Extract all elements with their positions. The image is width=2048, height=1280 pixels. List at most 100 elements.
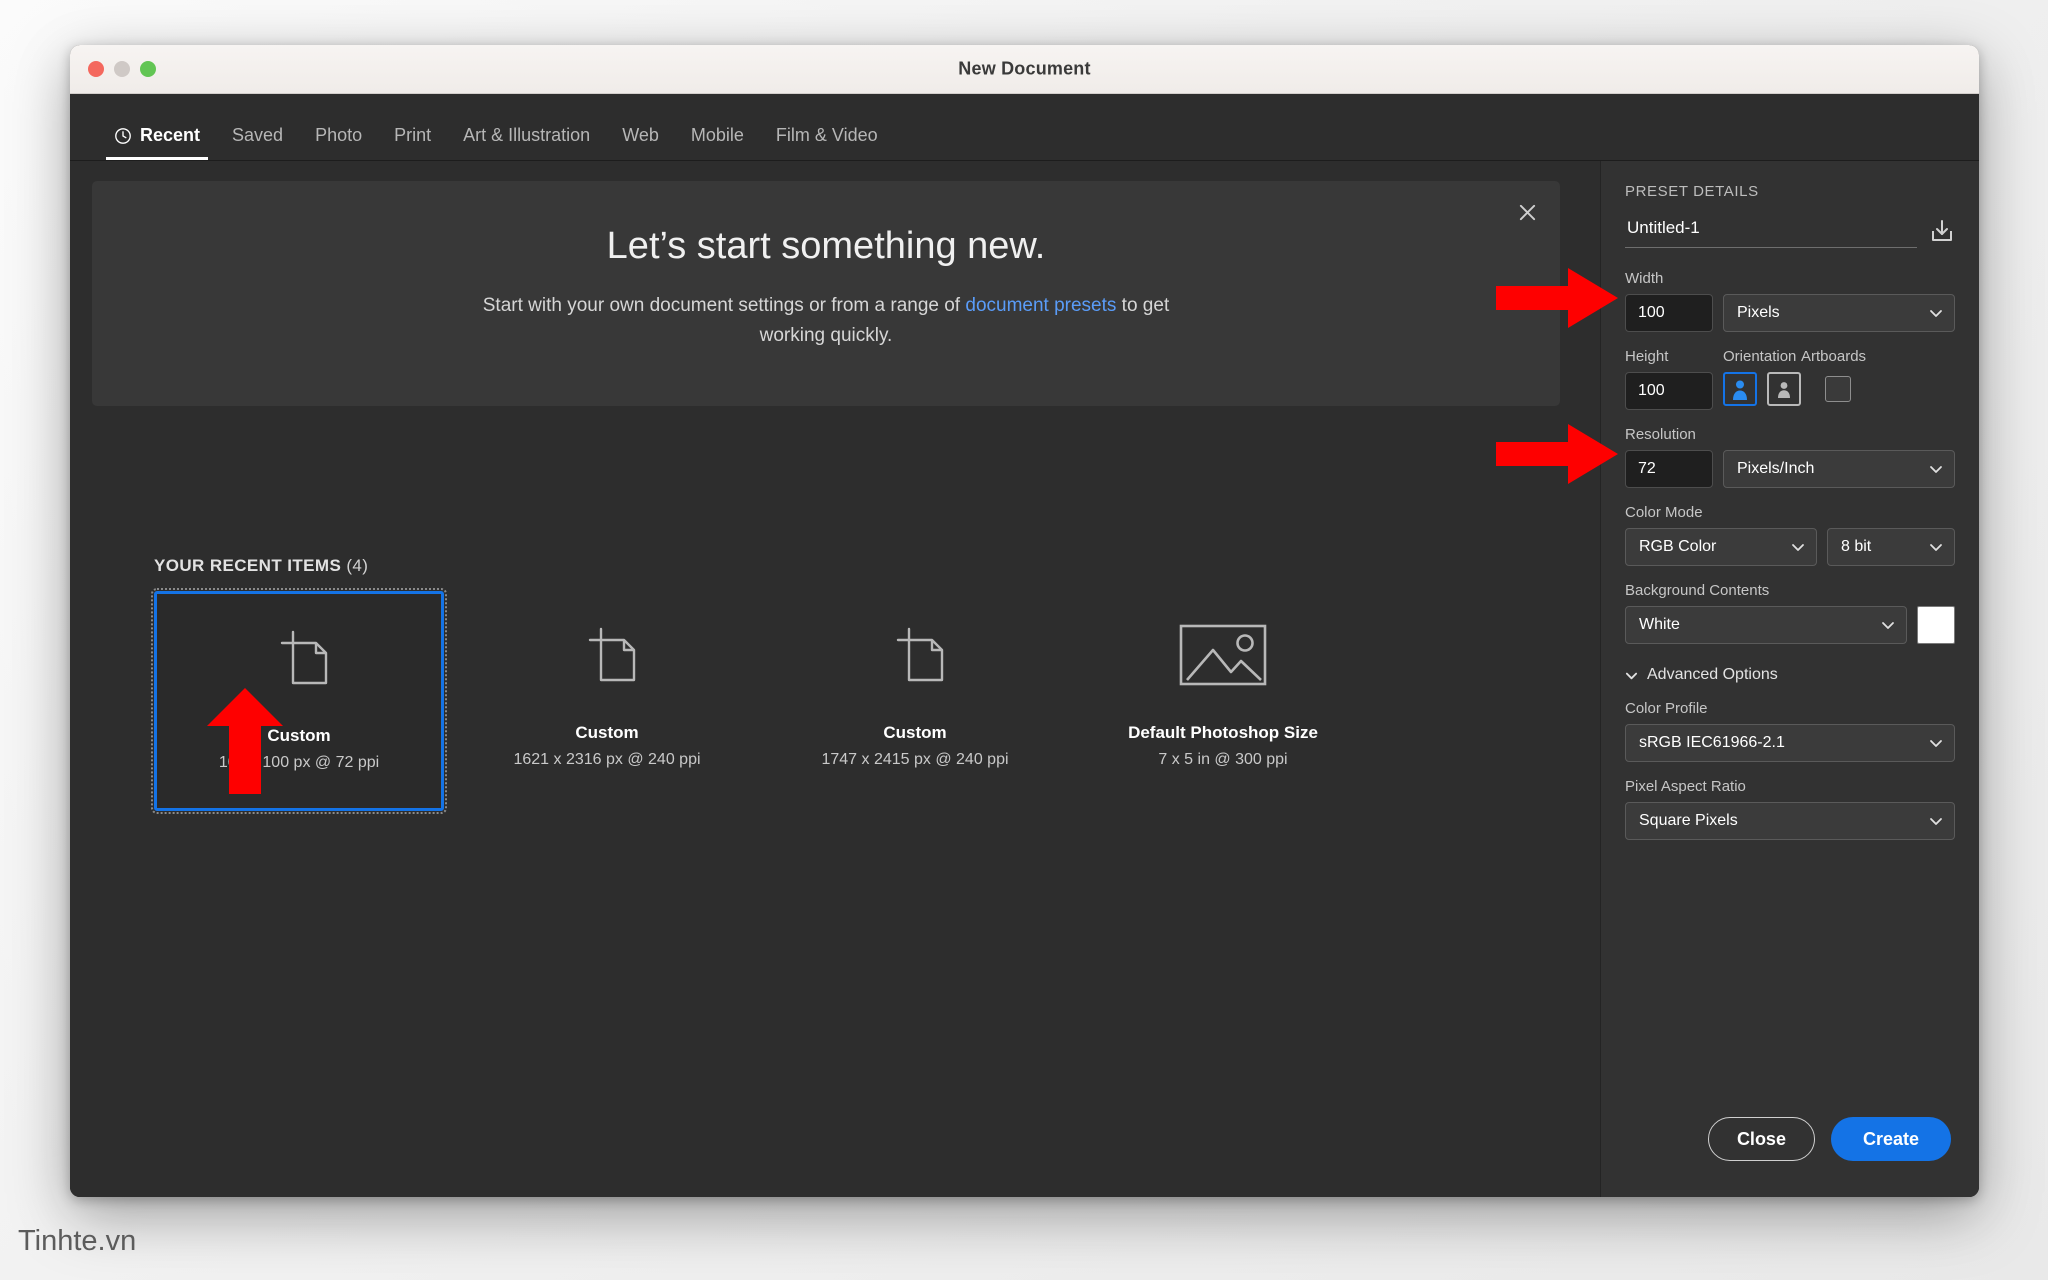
banner-subtitle-before: Start with your own document settings or… (482, 295, 966, 316)
tab-art-and-illustration[interactable]: Art & Illustration (447, 125, 606, 160)
width-label: Width (1625, 270, 1664, 287)
dialog-body: Let’s start something new. Start with yo… (70, 161, 1979, 1197)
resolution-input[interactable] (1625, 450, 1713, 488)
tab-print[interactable]: Print (378, 125, 447, 160)
width-unit-value: Pixels (1737, 304, 1780, 321)
pixel-aspect-ratio-label: Pixel Aspect Ratio (1625, 778, 1746, 795)
width-unit-select[interactable]: Pixels (1723, 294, 1955, 332)
window-titlebar: New Document (70, 45, 1979, 94)
presets-pane: Let’s start something new. Start with yo… (70, 161, 1600, 1197)
recent-item-card-3[interactable]: Custom 1747 x 2415 px @ 240 ppi (770, 591, 1060, 811)
color-profile-value: sRGB IEC61966-2.1 (1639, 734, 1785, 751)
new-document-icon (896, 627, 944, 682)
color-profile-select[interactable]: sRGB IEC61966-2.1 (1625, 724, 1955, 762)
tab-saved[interactable]: Saved (216, 125, 299, 160)
arrow-pointing-resolution-field (1496, 424, 1618, 484)
tab-recent-label: Recent (140, 125, 201, 145)
recent-item-meta-2: 1621 x 2316 px @ 240 ppi (513, 751, 701, 768)
background-color-swatch[interactable] (1917, 606, 1955, 644)
recent-items-heading-label: YOUR RECENT ITEMS (154, 556, 342, 575)
chevron-down-icon (1930, 740, 1942, 747)
height-input[interactable] (1625, 372, 1713, 410)
tab-film-label: Film & Video (775, 125, 878, 145)
category-tabbar: Recent Saved Photo Print Art & Illustrat… (70, 94, 1979, 161)
chevron-down-icon (1792, 544, 1804, 551)
tab-print-label: Print (394, 125, 432, 145)
recent-item-thumb-3 (770, 591, 1060, 719)
recent-item-card-4[interactable]: Default Photoshop Size 7 x 5 in @ 300 pp… (1078, 591, 1368, 811)
recent-items-grid: Custom 100 x 100 px @ 72 ppi Custom 1621… (151, 588, 1414, 814)
banner-subtitle: Start with your own document settings or… (476, 291, 1176, 351)
artboards-checkbox[interactable] (1825, 376, 1851, 402)
background-contents-row: White (1625, 606, 1955, 644)
bit-depth-select[interactable]: 8 bit (1827, 528, 1955, 566)
document-name-input[interactable] (1625, 214, 1917, 248)
resolution-unit-select[interactable]: Pixels/Inch (1723, 450, 1955, 488)
banner-title: Let’s start something new. (606, 225, 1046, 267)
orientation-label: Orientation (1723, 348, 1797, 365)
preset-details-panel: PRESET DETAILS Width Pixels (1600, 161, 1979, 1197)
landscape-icon (1778, 382, 1790, 398)
chevron-down-icon (1930, 466, 1942, 473)
chevron-down-icon (1930, 544, 1942, 551)
save-preset-icon[interactable] (1929, 218, 1955, 244)
color-mode-select[interactable]: RGB Color (1625, 528, 1817, 566)
recent-item-card-2[interactable]: Custom 1621 x 2316 px @ 240 ppi (462, 591, 752, 811)
tab-film-and-video[interactable]: Film & Video (760, 125, 894, 160)
orientation-controls (1723, 372, 1851, 406)
tab-web-label: Web (622, 125, 659, 145)
image-icon (1179, 624, 1267, 686)
preset-details-label: PRESET DETAILS (1625, 183, 1759, 200)
chevron-down-icon (1930, 310, 1942, 317)
tab-mobile[interactable]: Mobile (675, 125, 760, 160)
chevron-down-icon (1930, 818, 1942, 825)
tab-web[interactable]: Web (606, 125, 675, 160)
document-name-row (1625, 214, 1955, 248)
width-input[interactable] (1625, 294, 1713, 332)
watermark: Tinhte.vn (18, 1225, 137, 1257)
recent-item-thumb-2 (462, 591, 752, 719)
tab-art-label: Art & Illustration (463, 125, 591, 145)
resolution-row: Pixels/Inch (1625, 450, 1955, 488)
color-mode-label: Color Mode (1625, 504, 1703, 521)
background-contents-select[interactable]: White (1625, 606, 1907, 644)
recent-item-thumb-1 (157, 594, 441, 722)
artboards-label: Artboards (1801, 348, 1867, 365)
color-mode-row: RGB Color 8 bit (1625, 528, 1955, 566)
color-mode-value: RGB Color (1639, 538, 1717, 555)
create-button[interactable]: Create (1830, 1117, 1951, 1161)
pixel-aspect-ratio-value: Square Pixels (1639, 812, 1738, 829)
resolution-label: Resolution (1625, 426, 1696, 443)
recent-item-thumb-4 (1078, 591, 1368, 719)
advanced-options-label: Advanced Options (1647, 666, 1778, 683)
background-contents-label: Background Contents (1625, 582, 1770, 599)
resolution-unit-value: Pixels/Inch (1737, 460, 1815, 477)
recent-items-heading: YOUR RECENT ITEMS (4) (154, 556, 368, 576)
document-presets-link[interactable]: document presets (965, 295, 1116, 316)
arrow-pointing-selected-recent-item (207, 688, 283, 794)
window-title: New Document (958, 58, 1091, 79)
advanced-options-toggle[interactable]: Advanced Options (1625, 666, 1955, 684)
recent-item-name-3: Custom (883, 723, 947, 742)
orientation-portrait-button[interactable] (1723, 372, 1757, 406)
dialog-action-buttons: Close Create (1707, 1117, 1951, 1161)
height-orientation-labels: Height Orientation Artboards (1625, 348, 1955, 365)
close-button[interactable]: Close (1707, 1117, 1815, 1161)
tab-photo[interactable]: Photo (299, 125, 378, 160)
tab-photo-label: Photo (315, 125, 363, 145)
orientation-landscape-button[interactable] (1767, 372, 1801, 406)
arrow-pointing-width-field (1496, 268, 1618, 328)
recent-item-meta-3: 1747 x 2415 px @ 240 ppi (821, 751, 1009, 768)
recent-items-count: (4) (346, 556, 369, 575)
tab-mobile-label: Mobile (690, 125, 744, 145)
width-row: Pixels (1625, 294, 1955, 332)
chevron-down-icon (1625, 672, 1638, 679)
recent-item-card-1[interactable]: Custom 100 x 100 px @ 72 ppi (151, 588, 447, 814)
welcome-banner: Let’s start something new. Start with yo… (92, 181, 1560, 406)
pixel-aspect-ratio-select[interactable]: Square Pixels (1625, 802, 1955, 840)
height-label: Height (1625, 348, 1669, 365)
tab-recent[interactable]: Recent (98, 125, 216, 160)
recent-item-name-2: Custom (575, 723, 639, 742)
banner-close-button[interactable] (1512, 197, 1542, 227)
recent-item-name-4: Default Photoshop Size (1128, 723, 1318, 742)
